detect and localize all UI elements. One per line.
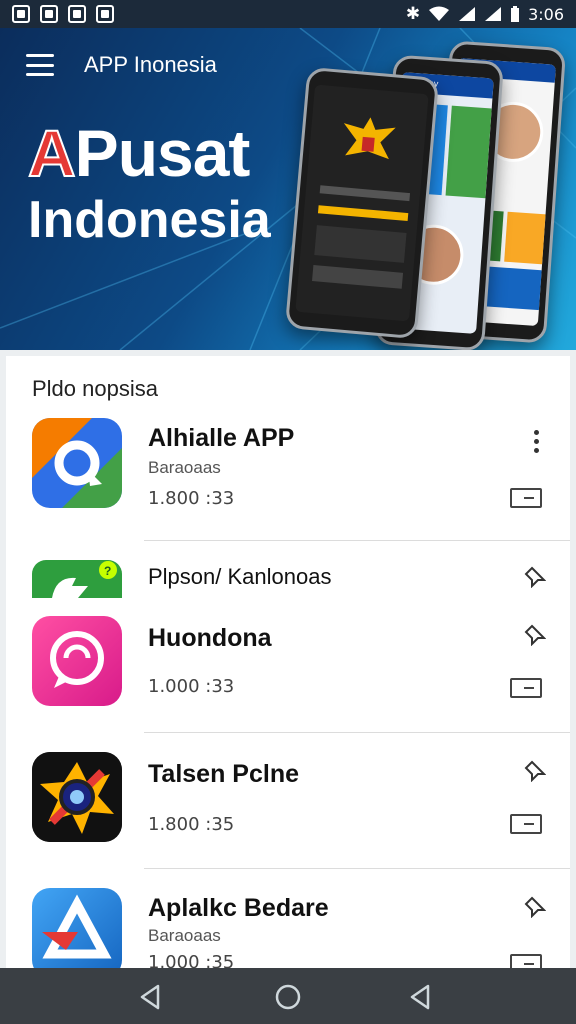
camera-lens-icon: [32, 752, 122, 842]
hero-banner: APP Inonesia APusat Indonesia Tomylay: [0, 28, 576, 350]
banner-subheadline: Indonesia: [28, 191, 271, 249]
list-item[interactable]: Aplalkc Bedare Baraoaas 1.000 :35: [6, 888, 570, 968]
app-name: Plpson/ Kanlonoas: [148, 564, 332, 589]
bluetooth-icon: ✱: [405, 4, 421, 23]
phone-mockup-front: [284, 66, 440, 340]
clock: 3:06: [528, 4, 564, 24]
triangle-logo-icon: [32, 888, 122, 968]
back-icon[interactable]: [136, 982, 166, 1012]
app-meta: 1.000 :35: [148, 952, 235, 968]
pin-icon[interactable]: [524, 566, 546, 588]
wifi-icon: [429, 6, 450, 21]
list-item[interactable]: ? Plpson/ Kanlonoas: [6, 560, 570, 600]
app-subtitle: Baraoaas: [148, 926, 221, 945]
list-item[interactable]: Huondona 1.000 :33: [6, 616, 570, 734]
app-name: Alhialle APP: [148, 424, 295, 452]
pin-icon[interactable]: [524, 896, 546, 918]
app-list-card: Pldo nopsisa Alhialle APP Baraoaas 1.800…: [6, 356, 570, 968]
gallery-icon: [12, 5, 30, 23]
pin-icon[interactable]: [524, 624, 546, 646]
app-icon: [40, 5, 58, 23]
signal-icon: [459, 7, 476, 21]
app-name: Aplalkc Bedare: [148, 894, 329, 922]
app-subtitle: Baraoaas: [148, 458, 221, 477]
message-icon: [68, 5, 86, 23]
list-item[interactable]: Talsen Pclne 1.800 :35: [6, 752, 570, 870]
battery-icon: [511, 6, 520, 22]
app-name: Talsen Pclne: [148, 760, 299, 788]
home-icon[interactable]: [273, 982, 303, 1012]
open-button[interactable]: [510, 488, 542, 508]
app-meta: 1.800 :33: [148, 488, 235, 509]
notification-icons: [12, 5, 114, 23]
app-meta: 1.000 :33: [148, 676, 235, 697]
app-title: APP Inonesia: [84, 52, 217, 77]
app-name: Huondona: [148, 624, 272, 652]
refresh-arrow-icon: [32, 418, 122, 508]
system-icons: ✱ 3:06: [406, 4, 564, 24]
app-meta: 1.800 :35: [148, 814, 235, 835]
chat-bubble-icon: [32, 616, 122, 706]
open-button[interactable]: [510, 954, 542, 968]
recent-apps-icon[interactable]: [406, 982, 436, 1012]
list-item[interactable]: Alhialle APP Baraoaas 1.800 :33: [6, 418, 570, 542]
status-bar: ✱ 3:06: [0, 0, 576, 28]
green-tool-icon: ?: [32, 560, 122, 598]
navigation-bar: [0, 968, 576, 1024]
banner-headline: APusat: [27, 116, 250, 190]
pin-icon[interactable]: [524, 760, 546, 782]
image-icon: [96, 5, 114, 23]
open-button[interactable]: [510, 814, 542, 834]
svg-text:?: ?: [104, 564, 111, 578]
signal-icon: [485, 7, 502, 21]
garuda-emblem-icon: [338, 109, 399, 174]
section-title: Pldo nopsisa: [32, 376, 158, 401]
hamburger-menu-button[interactable]: [26, 54, 54, 76]
more-options-icon[interactable]: [534, 430, 540, 453]
open-button[interactable]: [510, 678, 542, 698]
